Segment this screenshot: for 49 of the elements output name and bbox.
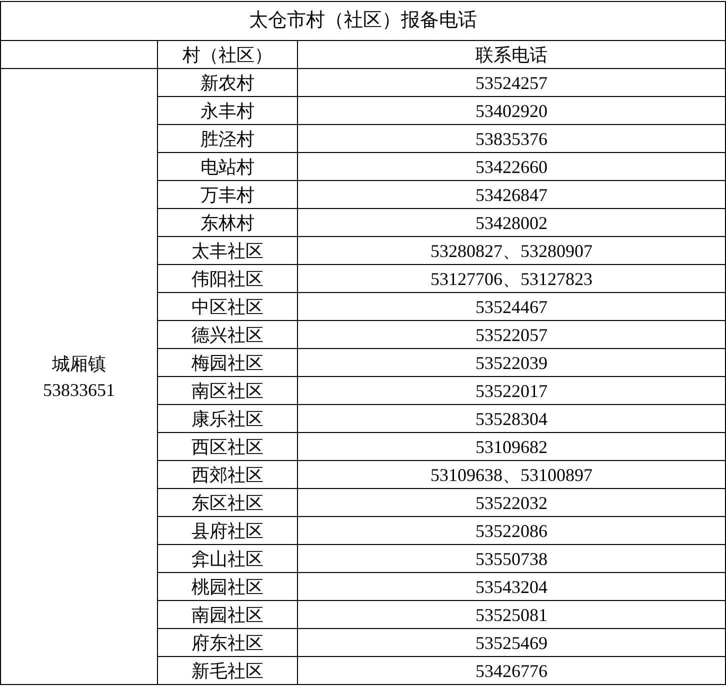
phone-number: 53522017 <box>476 380 548 402</box>
phone-number: 53428002 <box>476 212 548 234</box>
community-name: 桃园社区 <box>192 576 264 598</box>
community-name: 东区社区 <box>192 492 264 514</box>
phone-number: 53522086 <box>476 520 548 542</box>
phone-number: 53524257 <box>476 72 548 94</box>
community-name: 伟阳社区 <box>192 268 264 290</box>
community-name: 胜泾村 <box>200 128 254 150</box>
phone-number: 53525081 <box>476 604 548 626</box>
community-name: 太丰社区 <box>192 240 264 262</box>
phone-number: 53426776 <box>476 660 548 682</box>
phone-number: 53280827、53280907 <box>430 240 592 262</box>
community-name: 县府社区 <box>192 520 264 542</box>
phone-number: 53109682 <box>476 436 548 458</box>
community-name: 府东社区 <box>192 632 264 654</box>
community-name: 中区社区 <box>192 296 264 318</box>
community-name: 南园社区 <box>192 604 264 626</box>
phone-number: 53522032 <box>476 492 548 514</box>
community-name: 德兴社区 <box>192 324 264 346</box>
phone-number: 53422660 <box>476 156 548 178</box>
community-name: 永丰村 <box>200 100 254 122</box>
phone-number: 53543204 <box>476 576 548 598</box>
column-header: 村（社区） <box>182 44 272 66</box>
town-name: 城厢镇 <box>52 352 106 376</box>
community-name: 南区社区 <box>192 380 264 402</box>
column-header: 联系电话 <box>476 44 548 66</box>
phone-number: 53522057 <box>476 324 548 346</box>
town-phone: 53833651 <box>43 378 115 402</box>
community-name: 东林村 <box>200 212 254 234</box>
community-name: 康乐社区 <box>192 408 264 430</box>
phone-number: 53426847 <box>476 184 548 206</box>
community-name: 西区社区 <box>192 436 264 458</box>
community-name: 西郊社区 <box>192 464 264 486</box>
community-name: 万丰村 <box>200 184 254 206</box>
table-title: 太仓市村（社区）报备电话 <box>249 9 477 33</box>
phone-number: 53525469 <box>476 632 548 654</box>
community-name: 弇山社区 <box>192 548 264 570</box>
community-name: 梅园社区 <box>192 352 264 374</box>
phone-number: 53524467 <box>476 296 548 318</box>
phone-number: 53528304 <box>476 408 548 430</box>
phone-number: 53522039 <box>476 352 548 374</box>
community-name: 新毛社区 <box>192 660 264 682</box>
community-name: 电站村 <box>200 156 254 178</box>
phone-number: 53127706、53127823 <box>430 268 592 290</box>
phone-number: 53402920 <box>476 100 548 122</box>
phone-number: 53550738 <box>476 548 548 570</box>
phone-number: 53835376 <box>476 128 548 150</box>
community-name: 新农村 <box>200 72 254 94</box>
phone-number: 53109638、53100897 <box>430 464 592 486</box>
